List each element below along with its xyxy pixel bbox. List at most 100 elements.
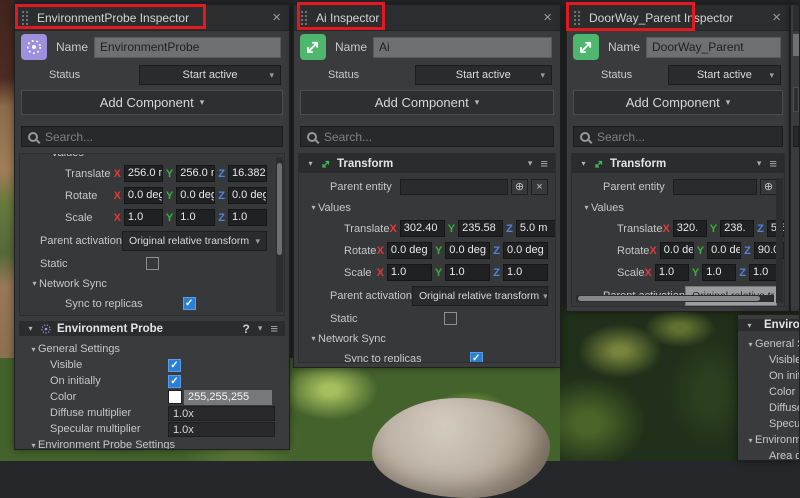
scale-z-field[interactable]: 1.0 xyxy=(228,209,267,226)
status-dropdown[interactable]: Start active ▾ xyxy=(415,65,553,85)
diffuse-multiplier-field[interactable]: 1.0x xyxy=(168,406,275,421)
rotate-y-field[interactable]: 0.0 deg xyxy=(445,242,490,259)
color-swatch[interactable] xyxy=(168,390,182,404)
collapse-arrow-icon[interactable]: ▾ xyxy=(746,436,755,445)
scale-y-field[interactable]: 1.0 xyxy=(445,264,490,281)
collapse-arrow-icon[interactable]: ▾ xyxy=(306,159,315,168)
scale-x-field[interactable]: 1.0 xyxy=(124,209,163,226)
sync-to-replicas-checkbox[interactable]: ✓ xyxy=(470,352,483,363)
entity-picker-icon[interactable]: ⊕ xyxy=(511,179,528,195)
chevron-down-icon: ▾ xyxy=(265,70,274,81)
clear-entity-icon[interactable]: × xyxy=(531,179,548,195)
entity-picker-icon[interactable]: ⊕ xyxy=(760,179,777,195)
collapse-arrow-icon[interactable]: ▾ xyxy=(309,334,318,343)
collapse-arrow-icon[interactable]: ▾ xyxy=(582,203,591,212)
collapse-arrow-icon[interactable]: ▾ xyxy=(26,324,35,333)
panel-titlebar: DoorWay_Parent Inspector × xyxy=(567,5,789,31)
help-icon[interactable]: ? xyxy=(243,322,250,336)
menu-icon[interactable]: ≡ xyxy=(270,321,278,336)
search-box[interactable]: Search... xyxy=(573,126,783,147)
close-icon[interactable]: × xyxy=(772,10,781,25)
entity-name-input[interactable] xyxy=(646,37,781,58)
rotate-z-field[interactable]: 0.0 deg xyxy=(228,187,267,204)
parent-entity-field[interactable] xyxy=(400,179,508,195)
parent-activation-dropdown[interactable]: Original relative transform ▾ xyxy=(412,286,548,306)
translate-y-field[interactable]: 238. xyxy=(720,220,754,237)
chevron-down-icon[interactable]: ▾ xyxy=(528,158,533,169)
rotate-y-field[interactable]: 0.0 deg xyxy=(176,187,215,204)
static-checkbox[interactable] xyxy=(146,257,159,270)
add-component-button[interactable] xyxy=(793,87,799,112)
translate-row: Translate X256.0 m Y256.0 m Z16.382 xyxy=(20,165,267,182)
chevron-down-icon[interactable]: ▾ xyxy=(258,323,263,334)
scrollbar-thumb[interactable] xyxy=(277,163,282,255)
parent-entity-field[interactable] xyxy=(673,179,757,195)
collapse-arrow-icon[interactable]: ▾ xyxy=(309,203,318,212)
collapse-arrow-icon[interactable]: ▾ xyxy=(29,345,38,354)
transform-header[interactable]: ▾ Transform ▾ ≡ xyxy=(572,154,784,173)
add-component-button[interactable]: Add Component ▾ xyxy=(21,90,283,115)
translate-x-field[interactable]: 302.40 xyxy=(400,220,445,237)
add-component-button[interactable]: Add Component ▾ xyxy=(300,90,554,115)
scrollbar-thumb[interactable] xyxy=(578,296,760,301)
vertical-scrollbar[interactable] xyxy=(776,178,783,303)
add-component-button[interactable]: Add Component ▾ xyxy=(573,90,783,115)
translate-y-field[interactable]: 235.58 xyxy=(458,220,503,237)
entity-name-row: Name xyxy=(15,31,289,63)
rotate-row: Rotate X0.0 deg Y0.0 deg Z0.0 deg xyxy=(299,242,548,259)
status-dropdown[interactable]: Start active ▾ xyxy=(668,65,781,85)
close-icon[interactable]: × xyxy=(543,10,552,25)
static-checkbox[interactable] xyxy=(444,312,457,325)
drag-handle-icon[interactable] xyxy=(573,10,581,25)
parent-activation-dropdown[interactable]: Original relative transform ▾ xyxy=(122,231,267,251)
color-value-field[interactable]: 255,255,255 xyxy=(184,390,272,405)
specular-multiplier-field[interactable]: 1.0x xyxy=(168,422,275,437)
scale-x-field[interactable]: 1.0 xyxy=(655,264,689,281)
translate-x-field[interactable]: 320. xyxy=(673,220,707,237)
environment-probe-header[interactable]: ▾ Environment Probe ? ▾ ≡ xyxy=(19,321,285,336)
translate-z-field[interactable]: 5.0 m xyxy=(516,220,556,237)
scale-z-field[interactable]: 1.0 xyxy=(503,264,548,281)
search-box[interactable] xyxy=(793,126,799,147)
drag-handle-icon[interactable] xyxy=(21,10,29,25)
collapse-arrow-icon[interactable]: ▾ xyxy=(579,159,588,168)
menu-icon[interactable]: ≡ xyxy=(769,156,777,171)
scale-y-field[interactable]: 1.0 xyxy=(176,209,215,226)
rotate-y-field[interactable]: 0.0 deg xyxy=(707,242,741,259)
transform-header[interactable]: ▾ Transform ▾ ≡ xyxy=(299,154,555,173)
vertical-scrollbar[interactable] xyxy=(276,157,283,312)
panel-titlebar: EnvironmentProbe Inspector × xyxy=(15,5,289,31)
values-row: ▾ Values xyxy=(572,200,777,215)
axis-x-label: X xyxy=(645,267,652,279)
rotate-z-field[interactable]: 0.0 deg xyxy=(503,242,548,259)
entity-name-input[interactable] xyxy=(793,34,799,56)
scale-x-field[interactable]: 1.0 xyxy=(387,264,432,281)
close-icon[interactable]: × xyxy=(272,10,281,25)
drag-handle-icon[interactable] xyxy=(300,10,308,25)
sync-to-replicas-row: Sync to replicas ✓ xyxy=(20,296,267,311)
search-box[interactable]: Search... xyxy=(21,126,283,147)
collapse-arrow-icon[interactable]: ▾ xyxy=(29,441,38,450)
horizontal-scrollbar[interactable] xyxy=(576,295,774,302)
translate-z-field[interactable]: 16.382 xyxy=(228,165,267,182)
chevron-down-icon[interactable]: ▾ xyxy=(757,158,762,169)
entity-name-input[interactable] xyxy=(373,37,552,58)
collapse-arrow-icon[interactable]: ▾ xyxy=(30,279,39,288)
sync-to-replicas-checkbox[interactable]: ✓ xyxy=(183,297,196,310)
translate-y-field[interactable]: 256.0 m xyxy=(176,165,215,182)
translate-x-field[interactable]: 256.0 m xyxy=(124,165,163,182)
scale-y-field[interactable]: 1.0 xyxy=(702,264,736,281)
search-box[interactable]: Search... xyxy=(300,126,554,147)
visible-checkbox[interactable]: ✓ xyxy=(168,359,181,372)
on-initially-checkbox[interactable]: ✓ xyxy=(168,375,181,388)
rotate-x-field[interactable]: 0.0 deg xyxy=(387,242,432,259)
status-dropdown[interactable]: Start active ▾ xyxy=(139,65,281,85)
menu-icon[interactable]: ≡ xyxy=(540,156,548,171)
collapse-arrow-icon[interactable]: ▾ xyxy=(746,340,755,349)
entity-name-input[interactable] xyxy=(94,37,281,58)
rotate-x-field[interactable]: 0.0 deg xyxy=(124,187,163,204)
rotate-x-field[interactable]: 0.0 deg xyxy=(660,242,694,259)
collapse-arrow-icon[interactable]: ▾ xyxy=(745,321,754,330)
environment-probe-header[interactable]: ▾ Environment Probe xyxy=(738,319,799,331)
parent-entity-row: Parent entity ⊕ xyxy=(572,179,777,195)
